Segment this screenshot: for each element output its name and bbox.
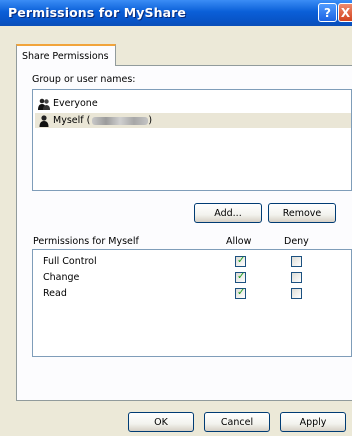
list-item-myself[interactable]: Myself ( ) xyxy=(35,113,351,128)
ok-button-label: OK xyxy=(154,416,168,428)
user-icon xyxy=(38,114,50,127)
group-user-list[interactable]: Everyone Myself ( ) xyxy=(32,89,352,191)
apply-button-label: Apply xyxy=(299,416,327,428)
list-item-label: Everyone xyxy=(53,98,98,109)
permission-name: Change xyxy=(43,272,80,283)
checkmark-icon: ✓ xyxy=(237,271,246,282)
read-deny-checkbox[interactable] xyxy=(291,288,302,299)
redacted-username xyxy=(92,116,149,125)
allow-header: Allow xyxy=(226,236,252,247)
permission-row-change: Change ✓ xyxy=(33,271,351,285)
group-icon xyxy=(38,98,50,110)
ok-button[interactable]: OK xyxy=(128,412,194,432)
permissions-for-label: Permissions for Myself xyxy=(33,236,139,247)
change-deny-checkbox[interactable] xyxy=(291,272,302,283)
cancel-button-label: Cancel xyxy=(220,416,254,428)
permission-row-full-control: Full Control ✓ xyxy=(33,255,351,269)
permissions-list[interactable]: Full Control ✓ Change ✓ Read ✓ xyxy=(32,249,352,357)
checkmark-icon: ✓ xyxy=(237,255,246,266)
close-icon: X xyxy=(340,5,351,20)
list-item-suffix: ) xyxy=(148,115,153,126)
window-title: Permissions for MyShare xyxy=(8,5,186,20)
deny-header: Deny xyxy=(284,236,309,247)
full-control-deny-checkbox[interactable] xyxy=(291,256,302,267)
tab-share-permissions[interactable]: Share Permissions xyxy=(16,44,116,66)
permissions-dialog: Permissions for MyShare ? X Share Permis… xyxy=(0,0,352,436)
add-button-label: Add... xyxy=(214,207,242,219)
cancel-button[interactable]: Cancel xyxy=(204,412,270,432)
close-button[interactable]: X xyxy=(338,3,352,22)
help-button[interactable]: ? xyxy=(318,3,337,22)
apply-button[interactable]: Apply xyxy=(280,412,346,432)
title-bar[interactable]: Permissions for MyShare ? X xyxy=(0,0,352,26)
permission-name: Read xyxy=(43,288,67,299)
read-allow-checkbox[interactable]: ✓ xyxy=(235,287,246,299)
change-allow-checkbox[interactable]: ✓ xyxy=(235,271,246,283)
remove-button[interactable]: Remove xyxy=(268,203,336,223)
permission-row-read: Read ✓ xyxy=(33,287,351,301)
group-names-label: Group or user names: xyxy=(32,74,136,85)
help-icon: ? xyxy=(324,5,331,20)
checkmark-icon: ✓ xyxy=(237,287,246,298)
full-control-allow-checkbox[interactable]: ✓ xyxy=(235,255,246,267)
permission-name: Full Control xyxy=(43,256,97,267)
list-item-everyone[interactable]: Everyone xyxy=(35,96,351,111)
list-item-label: Myself ( xyxy=(53,115,91,126)
remove-button-label: Remove xyxy=(282,207,322,219)
add-button[interactable]: Add... xyxy=(194,203,262,223)
